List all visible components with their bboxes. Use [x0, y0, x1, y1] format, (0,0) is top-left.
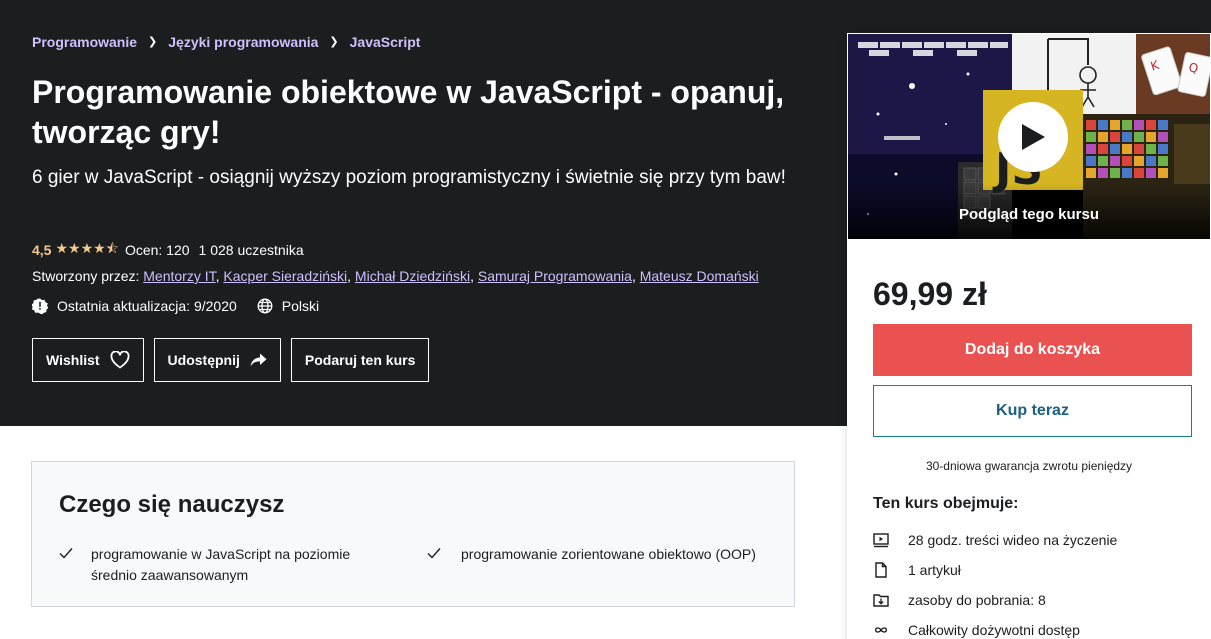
creators-row: Stworzony przez: Mentorzy IT, Kacper Sie…: [32, 268, 759, 284]
last-updated: Ostatnia aktualizacja: 9/2020: [57, 298, 237, 314]
list-item: zasoby do pobrania: 8: [873, 585, 1117, 615]
list-item: 28 godz. treści wideo na życzenie: [873, 525, 1117, 555]
include-text: 28 godz. treści wideo na życzenie: [908, 532, 1118, 548]
play-icon[interactable]: [998, 102, 1068, 172]
course-preview-video[interactable]: K Q JS Podgląd tego kursu: [847, 33, 1211, 240]
ratings-count[interactable]: Ocen: 120: [125, 242, 190, 258]
learn-item-text: programowanie w JavaScript na poziomie ś…: [91, 546, 351, 583]
list-item: 1 artykuł: [873, 555, 1117, 585]
buy-now-label: Kup teraz: [996, 402, 1069, 419]
students-count: 1 028 uczestnika: [198, 242, 304, 258]
video-icon: [873, 532, 889, 548]
creator-link[interactable]: Samuraj Programowania: [478, 268, 632, 284]
checkmark-icon: [427, 544, 443, 565]
breadcrumb-programowanie[interactable]: Programowanie: [32, 34, 137, 50]
file-icon: [873, 562, 889, 578]
share-arrow-icon: [250, 353, 267, 367]
share-button[interactable]: Udostępnij: [153, 338, 281, 382]
heart-icon: [110, 351, 130, 369]
course-price: 69,99 zł: [873, 276, 987, 312]
created-by-label: Stworzony przez:: [32, 268, 144, 284]
breadcrumb-javascript[interactable]: JavaScript: [350, 34, 421, 50]
breadcrumb-jezyki-programowania[interactable]: Języki programowania: [168, 34, 318, 50]
creator-link[interactable]: Michał Dziedziński: [355, 268, 470, 284]
rating-row: 4,5 ★★★★⯪ Ocen: 120 1 028 uczestnika: [32, 238, 304, 262]
course-language: Polski: [281, 298, 320, 314]
include-text: zasoby do pobrania: 8: [908, 592, 1046, 608]
includes-title: Ten kurs obejmuje:: [873, 495, 1019, 512]
purchase-sidebar: K Q JS Podgląd tego kursu 69,99 zł Dodaj…: [847, 33, 1211, 639]
learn-item: programowanie zorientowane obiektowo (OO…: [427, 544, 757, 565]
share-label: Udostępnij: [167, 352, 240, 368]
learn-item: programowanie w JavaScript na poziomie ś…: [59, 544, 389, 586]
globe-icon: [257, 298, 273, 314]
creator-link[interactable]: Kacper Sieradziński: [223, 268, 347, 284]
include-text: Całkowity dożywotni dostęp: [908, 622, 1080, 638]
add-to-cart-button[interactable]: Dodaj do koszyka: [873, 324, 1192, 376]
course-title: Programowanie obiektowe w JavaScript - o…: [32, 74, 785, 150]
alert-badge-icon: [32, 298, 48, 314]
creator-link[interactable]: Mentorzy IT: [143, 268, 215, 284]
download-icon: [873, 592, 889, 608]
chevron-right-icon: ❯: [148, 35, 158, 48]
what-you-will-learn: Czego się nauczysz programowanie w JavaS…: [31, 461, 795, 607]
infinity-icon: [873, 622, 889, 638]
chevron-right-icon: ❯: [329, 35, 339, 48]
wishlist-label: Wishlist: [46, 352, 100, 368]
checkmark-icon: [59, 544, 73, 586]
gift-course-button[interactable]: Podaruj ten kurs: [290, 338, 430, 382]
action-buttons: Wishlist Udostępnij Podaruj ten kurs: [32, 338, 439, 382]
preview-label: Podgląd tego kursu: [958, 206, 1099, 223]
learn-item-text: programowanie zorientowane obiektowo (OO…: [461, 546, 756, 562]
rating-value: 4,5: [32, 242, 52, 258]
course-subtitle: 6 gier w JavaScript - osiągnij wyższy po…: [32, 167, 786, 188]
includes-list: 28 godz. treści wideo na życzenie 1 arty…: [873, 525, 1117, 639]
star-rating-icon: ★★★★⯪: [55, 240, 119, 256]
buy-now-button[interactable]: Kup teraz: [873, 385, 1192, 437]
list-item: Całkowity dożywotni dostęp: [873, 615, 1117, 639]
meta-row: Ostatnia aktualizacja: 9/2020 Polski: [32, 298, 319, 314]
learn-title: Czego się nauczysz: [59, 491, 285, 518]
wishlist-button[interactable]: Wishlist: [32, 338, 144, 382]
breadcrumb: Programowanie ❯ Języki programowania ❯ J…: [32, 34, 420, 50]
include-text: 1 artykuł: [908, 562, 961, 578]
money-back-guarantee: 30-dniowa gwarancja zwrotu pieniędzy: [925, 459, 1133, 473]
creator-link[interactable]: Mateusz Domański: [640, 268, 759, 284]
